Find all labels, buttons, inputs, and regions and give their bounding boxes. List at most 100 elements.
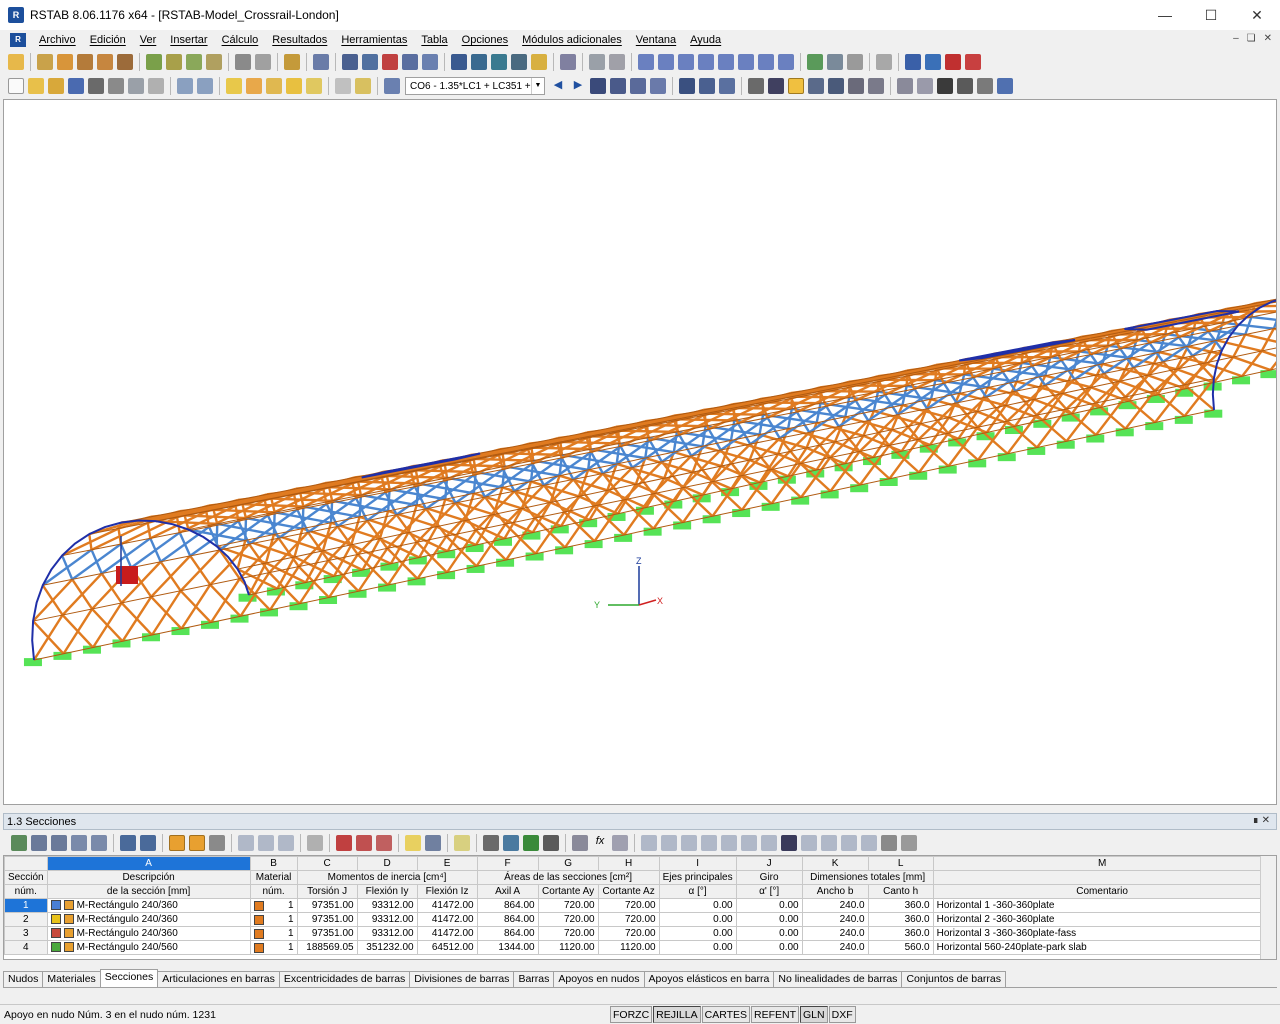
zoom-window-icon[interactable] bbox=[382, 54, 398, 70]
cell-axil-a[interactable]: 864.00 bbox=[477, 899, 538, 913]
perspective-icon[interactable] bbox=[848, 78, 864, 94]
section-heb-icon[interactable] bbox=[681, 835, 697, 851]
delete-icon[interactable] bbox=[937, 78, 953, 94]
table-next-icon[interactable] bbox=[140, 835, 156, 851]
table-sort-icon[interactable] bbox=[258, 835, 274, 851]
col-letter-i[interactable]: I bbox=[659, 857, 736, 871]
table-library-icon[interactable] bbox=[483, 835, 499, 851]
next-icon[interactable]: ▶ bbox=[570, 78, 586, 94]
cell-comentario[interactable]: Horizontal 1 -360-360plate bbox=[933, 899, 1271, 913]
cell-cortante-ay[interactable]: 720.00 bbox=[538, 913, 598, 927]
show-results-icon[interactable] bbox=[306, 78, 322, 94]
table-clear-formula-icon[interactable] bbox=[612, 835, 628, 851]
cell-alpha[interactable]: 0.00 bbox=[659, 899, 736, 913]
view-3d-icon[interactable] bbox=[402, 54, 418, 70]
deformation-icon[interactable] bbox=[807, 54, 823, 70]
cell-canto-h[interactable]: 360.0 bbox=[868, 927, 933, 941]
row-number[interactable]: 3 bbox=[5, 927, 48, 941]
cell-torsion-j[interactable]: 97351.00 bbox=[297, 913, 357, 927]
cell-material[interactable]: 1 bbox=[250, 941, 297, 955]
table-refresh-icon[interactable] bbox=[209, 835, 225, 851]
cell-cortante-az[interactable]: 720.00 bbox=[598, 927, 659, 941]
menu-archivo[interactable]: Archivo bbox=[32, 34, 83, 46]
node-support-icon[interactable] bbox=[146, 54, 162, 70]
result-display-icon[interactable] bbox=[590, 78, 606, 94]
imposed-icon[interactable] bbox=[206, 54, 222, 70]
cell-cortante-ay[interactable]: 1120.00 bbox=[538, 941, 598, 955]
load-case-icon[interactable] bbox=[384, 78, 400, 94]
cell-flexion-iz[interactable]: 41472.00 bbox=[417, 927, 477, 941]
new-load-icon[interactable] bbox=[117, 54, 133, 70]
view-xz-icon[interactable] bbox=[511, 54, 527, 70]
cell-torsion-j[interactable]: 97351.00 bbox=[297, 899, 357, 913]
table-prev-icon[interactable] bbox=[120, 835, 136, 851]
section-u-icon[interactable] bbox=[821, 835, 837, 851]
col-letter-d[interactable]: D bbox=[357, 857, 417, 871]
table-select-icon[interactable] bbox=[189, 835, 205, 851]
snap-icon[interactable] bbox=[897, 78, 913, 94]
cell-description[interactable]: M-Rectángulo 240/360 bbox=[47, 913, 250, 927]
cell-cortante-ay[interactable]: 720.00 bbox=[538, 927, 598, 941]
menu-calculo[interactable]: Cálculo bbox=[215, 34, 266, 46]
result-my-icon[interactable] bbox=[718, 54, 734, 70]
printout-report-icon[interactable] bbox=[925, 54, 941, 70]
transparency-icon[interactable] bbox=[828, 78, 844, 94]
cell-flexion-iz[interactable]: 41472.00 bbox=[417, 899, 477, 913]
toggle-cartes[interactable]: CARTES bbox=[702, 1006, 750, 1023]
chevron-down-icon[interactable]: ▼ bbox=[531, 78, 544, 94]
result-n-icon[interactable] bbox=[638, 54, 654, 70]
previous-icon[interactable]: ◀ bbox=[550, 78, 566, 94]
cell-flexion-iy[interactable]: 93312.00 bbox=[357, 899, 417, 913]
table-formula-icon[interactable] bbox=[572, 835, 588, 851]
menu-insertar[interactable]: Insertar bbox=[163, 34, 214, 46]
tab-nudos[interactable]: Nudos bbox=[3, 971, 43, 987]
line-load-icon[interactable] bbox=[186, 54, 202, 70]
cell-description[interactable]: M-Rectángulo 240/360 bbox=[47, 899, 250, 913]
result-vz-icon[interactable] bbox=[678, 54, 694, 70]
excel-icon[interactable] bbox=[523, 835, 539, 851]
new-node-icon[interactable] bbox=[37, 54, 53, 70]
result-pz-icon[interactable] bbox=[778, 54, 794, 70]
new-hinge-icon[interactable] bbox=[97, 54, 113, 70]
cell-comentario[interactable]: Horizontal 3 -360-360plate-fass bbox=[933, 927, 1271, 941]
pan-icon[interactable] bbox=[699, 78, 715, 94]
move-icon[interactable] bbox=[235, 54, 251, 70]
menu-edicion[interactable]: Edición bbox=[83, 34, 133, 46]
hide-icon[interactable] bbox=[609, 54, 625, 70]
tab-conjuntos[interactable]: Conjuntos de barras bbox=[901, 971, 1006, 987]
table-calc-icon[interactable] bbox=[543, 835, 559, 851]
section-ro-icon[interactable] bbox=[761, 835, 777, 851]
table-info-icon[interactable] bbox=[503, 835, 519, 851]
table-clear-icon[interactable] bbox=[307, 835, 323, 851]
menu-ventana[interactable]: Ventana bbox=[629, 34, 683, 46]
col-letter-h[interactable]: H bbox=[598, 857, 659, 871]
info-icon[interactable] bbox=[957, 78, 973, 94]
view-iso-icon[interactable] bbox=[422, 54, 438, 70]
section-rec-icon[interactable] bbox=[861, 835, 877, 851]
camera-icon[interactable] bbox=[977, 78, 993, 94]
section-ts-icon[interactable] bbox=[841, 835, 857, 851]
view-x-icon[interactable] bbox=[451, 54, 467, 70]
toggle-gln[interactable]: GLN bbox=[800, 1006, 828, 1023]
result-mz-icon[interactable] bbox=[738, 54, 754, 70]
tab-materiales[interactable]: Materiales bbox=[42, 971, 100, 987]
cell-canto-h[interactable]: 360.0 bbox=[868, 913, 933, 927]
mdi-restore-icon[interactable]: ❏ bbox=[1247, 33, 1256, 44]
table-paste-icon[interactable] bbox=[376, 835, 392, 851]
table-scrollbar[interactable] bbox=[1260, 856, 1276, 960]
sections-icon[interactable] bbox=[847, 54, 863, 70]
cell-description[interactable]: M-Rectángulo 240/360 bbox=[47, 927, 250, 941]
acrobat-icon[interactable] bbox=[965, 54, 981, 70]
new-file-icon[interactable] bbox=[8, 78, 24, 94]
axes-icon[interactable] bbox=[589, 54, 605, 70]
menu-ver[interactable]: Ver bbox=[133, 34, 164, 46]
cell-alpha[interactable]: 0.00 bbox=[659, 941, 736, 955]
cell-axil-a[interactable]: 1344.00 bbox=[477, 941, 538, 955]
cell-flexion-iy[interactable]: 93312.00 bbox=[357, 927, 417, 941]
cell-axil-a[interactable]: 864.00 bbox=[477, 927, 538, 941]
export-pdf-icon[interactable] bbox=[945, 54, 961, 70]
tab-articulaciones[interactable]: Articulaciones en barras bbox=[157, 971, 280, 987]
cell-ancho-b[interactable]: 240.0 bbox=[802, 913, 868, 927]
cell-canto-h[interactable]: 360.0 bbox=[868, 899, 933, 913]
cell-alpha[interactable]: 0.00 bbox=[659, 913, 736, 927]
